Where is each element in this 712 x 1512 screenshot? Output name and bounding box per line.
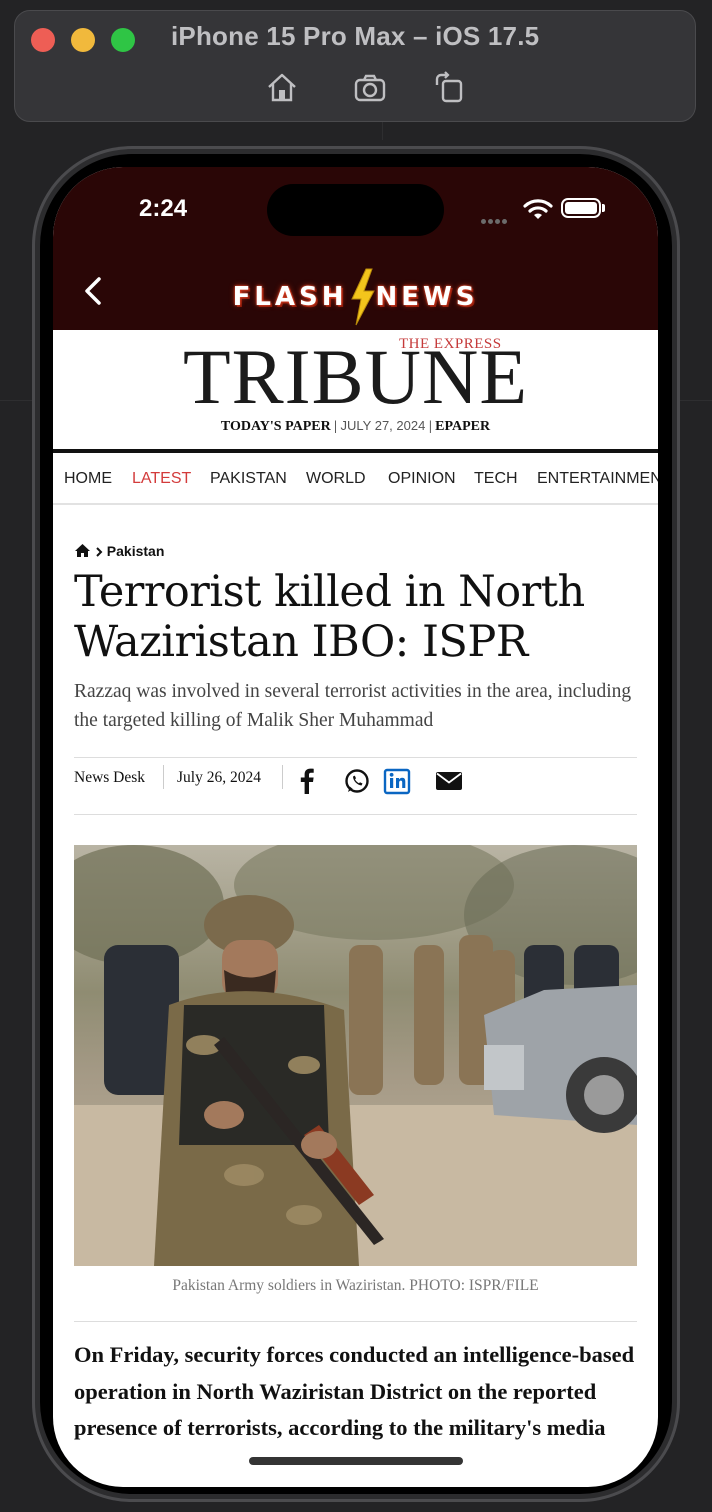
minimize-window-button[interactable]	[71, 28, 95, 52]
cellular-signal-icon	[481, 211, 509, 229]
tribune-masthead[interactable]: TRIBUNE THE EXPRESS TODAY'S PAPER | JULY…	[53, 330, 658, 452]
breadcrumb: Pakistan	[74, 543, 164, 559]
article-date: July 26, 2024	[177, 769, 261, 786]
phone-screen: 2:24 FLASH NEWS TRIBUNE THE EXPRESS TODA…	[53, 167, 658, 1487]
article-author[interactable]: News Desk	[74, 769, 145, 787]
article-photo	[74, 845, 637, 1266]
breadcrumb-section[interactable]: Pakistan	[107, 543, 165, 559]
wifi-icon	[523, 199, 553, 219]
battery-icon	[561, 198, 601, 218]
article-standfirst: Razzaq was involved in several terrorist…	[74, 681, 632, 731]
nav-item-latest[interactable]: LATEST	[132, 470, 191, 488]
the-express-label: THE EXPRESS	[399, 336, 502, 352]
soldiers-photo-illustration	[74, 845, 637, 1266]
simulator-title: iPhone 15 Pro Max – iOS 17.5	[171, 21, 540, 51]
nav-item-pakistan[interactable]: PAKISTAN	[210, 470, 287, 488]
brand-left: FLASH	[232, 282, 348, 312]
home-icon[interactable]	[265, 71, 299, 105]
masthead-date: JULY 27, 2024	[340, 418, 426, 433]
meta-separator	[282, 765, 283, 789]
zoom-window-button[interactable]	[111, 28, 135, 52]
simulator-title-bar: iPhone 15 Pro Max – iOS 17.5	[14, 10, 696, 122]
app-header: 2:24 FLASH NEWS	[53, 167, 658, 330]
battery-cap	[602, 204, 605, 212]
meta-divider	[74, 814, 637, 815]
lightning-bolt-icon	[350, 268, 375, 326]
screenshot-icon[interactable]	[353, 71, 387, 105]
article-body-paragraph: On Friday, security forces conducted an …	[74, 1342, 635, 1440]
brand-right: NEWS	[375, 282, 479, 312]
nav-item-world[interactable]: WORLD	[306, 470, 366, 488]
article-headline: Terrorist killed in North Waziristan IBO…	[74, 567, 585, 667]
flashnews-logo: FLASH NEWS	[53, 267, 658, 326]
whatsapp-icon[interactable]	[343, 767, 371, 795]
nav-item-tech[interactable]: TECH	[474, 470, 518, 488]
masthead-rule	[53, 449, 658, 453]
dynamic-island	[267, 184, 444, 236]
paper-line: TODAY'S PAPER | JULY 27, 2024 | EPAPER	[53, 418, 658, 435]
caption-divider	[74, 1321, 637, 1322]
nav-item-entertainment[interactable]: ENTERTAINMENT	[537, 470, 658, 488]
nav-item-opinion[interactable]: OPINION	[388, 470, 456, 488]
chevron-right-icon	[96, 547, 103, 557]
photo-caption: Pakistan Army soldiers in Waziristan. PH…	[172, 1277, 539, 1294]
facebook-icon[interactable]	[293, 767, 321, 795]
section-nav: HOME LATEST PAKISTAN WORLD OPINION TECH …	[53, 455, 658, 505]
status-time: 2:24	[139, 195, 188, 222]
separator: |	[428, 419, 432, 434]
nav-item-home[interactable]: HOME	[64, 470, 112, 488]
home-icon[interactable]	[74, 543, 91, 558]
separator: |	[334, 419, 338, 434]
linkedin-icon[interactable]	[383, 767, 411, 795]
tribune-wordmark[interactable]: TRIBUNE	[53, 332, 658, 422]
home-indicator[interactable]	[249, 1457, 463, 1465]
rotate-icon[interactable]	[433, 71, 467, 105]
meta-separator	[163, 765, 164, 789]
email-icon[interactable]	[435, 767, 463, 795]
epaper-link[interactable]: EPAPER	[435, 419, 490, 434]
todays-paper-link[interactable]: TODAY'S PAPER	[221, 419, 331, 434]
close-window-button[interactable]	[31, 28, 55, 52]
desktop-divider	[382, 120, 383, 140]
meta-divider	[74, 757, 637, 758]
